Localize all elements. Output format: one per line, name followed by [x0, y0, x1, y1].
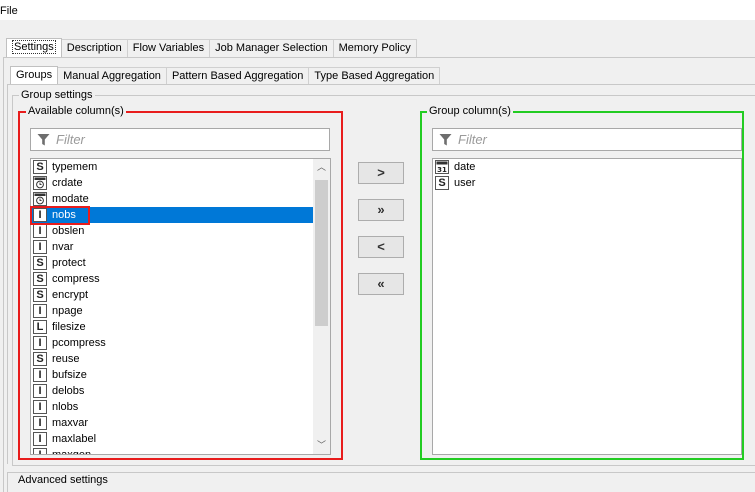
available-column-label: nlobs	[52, 401, 79, 413]
filter-icon	[439, 133, 452, 145]
available-column-item[interactable]: modate	[32, 191, 313, 207]
string-type-icon: S	[33, 352, 47, 366]
group-settings-title: Group settings	[19, 89, 95, 101]
available-column-label: compress	[52, 273, 100, 285]
scroll-thumb[interactable]	[315, 180, 328, 326]
menu-bar: File	[0, 0, 755, 20]
group-column-label: date	[454, 161, 476, 173]
integer-type-icon: I	[33, 240, 47, 254]
available-column-item[interactable]: Imaxgen	[32, 447, 313, 455]
advanced-settings-frame	[7, 472, 755, 492]
available-column-label: reuse	[52, 353, 80, 365]
group-column-item[interactable]: 31 date	[434, 159, 740, 175]
menu-file[interactable]: File	[0, 5, 18, 17]
available-column-item[interactable]: Inpage	[32, 303, 313, 319]
tab-flow-variables[interactable]: Flow Variables	[127, 39, 211, 57]
available-column-label: maxgen	[52, 449, 92, 455]
available-column-item[interactable]: Scompress	[32, 271, 313, 287]
available-column-item[interactable]: Lfilesize	[32, 319, 313, 335]
available-columns-title: Available column(s)	[26, 105, 126, 117]
inner-tab-strip: Groups Manual Aggregation Pattern Based …	[10, 66, 441, 85]
string-type-icon: S	[33, 160, 47, 174]
remove-all-button[interactable]: «	[358, 273, 404, 295]
tab-memory-policy[interactable]: Memory Policy	[333, 39, 417, 57]
calendar-type-icon: 31	[435, 160, 449, 174]
integer-type-icon: I	[33, 416, 47, 430]
integer-type-icon: I	[33, 400, 47, 414]
selected-item-highlight	[30, 206, 90, 225]
group-columns-title: Group column(s)	[427, 105, 513, 117]
available-column-item[interactable]: Iobslen	[32, 223, 313, 239]
available-column-item[interactable]: Ipcompress	[32, 335, 313, 351]
available-column-label: npage	[52, 305, 83, 317]
string-type-icon: S	[435, 176, 449, 190]
available-column-label: modate	[52, 193, 89, 205]
integer-type-icon: I	[33, 432, 47, 446]
outer-tab-strip: Settings Description Flow Variables Job …	[6, 38, 417, 57]
available-column-item[interactable]: Sprotect	[32, 255, 313, 271]
available-column-label: delobs	[52, 385, 85, 397]
tab-description[interactable]: Description	[61, 39, 128, 57]
available-column-item[interactable]: Ibufsize	[32, 367, 313, 383]
available-column-label: bufsize	[52, 369, 87, 381]
available-column-item[interactable]: Imaxvar	[32, 415, 313, 431]
available-column-label: maxlabel	[52, 433, 97, 445]
available-column-item[interactable]: crdate	[32, 175, 313, 191]
integer-type-icon: I	[33, 384, 47, 398]
integer-type-icon: I	[33, 336, 47, 350]
available-column-label: typemem	[52, 161, 98, 173]
available-column-item[interactable]: Stypemem	[32, 159, 313, 175]
integer-type-icon: I	[33, 224, 47, 238]
add-button[interactable]: >	[358, 162, 404, 184]
string-type-icon: S	[33, 256, 47, 270]
advanced-settings-title: Advanced settings	[16, 474, 110, 486]
tab-type-based-aggregation[interactable]: Type Based Aggregation	[309, 67, 441, 85]
integer-type-icon: I	[33, 448, 47, 454]
scroll-down-icon[interactable]: ﹀	[313, 437, 330, 454]
group-filter-input[interactable]: Filter	[432, 128, 742, 151]
available-column-label: filesize	[52, 321, 86, 333]
available-column-label: crdate	[52, 177, 83, 189]
group-column-label: user	[454, 177, 476, 189]
long-type-icon: L	[33, 320, 47, 334]
datetime-type-icon	[33, 192, 47, 206]
tab-settings[interactable]: Settings	[6, 38, 62, 57]
string-type-icon: S	[33, 288, 47, 302]
available-filter-input[interactable]: Filter	[30, 128, 330, 151]
integer-type-icon: I	[33, 368, 47, 382]
svg-text:31: 31	[437, 166, 447, 173]
datetime-type-icon	[33, 176, 47, 190]
integer-type-icon: I	[33, 304, 47, 318]
available-column-label: pcompress	[52, 337, 106, 349]
group-filter-placeholder: Filter	[458, 132, 487, 147]
group-column-item[interactable]: Suser	[434, 175, 740, 191]
tab-manual-aggregation[interactable]: Manual Aggregation	[58, 67, 167, 85]
available-column-item[interactable]: Sreuse	[32, 351, 313, 367]
available-column-item[interactable]: Invar	[32, 239, 313, 255]
available-list-scrollbar[interactable]: ︿ ﹀	[313, 159, 330, 454]
available-column-item[interactable]: Idelobs	[32, 383, 313, 399]
available-column-item[interactable]: Inlobs	[32, 399, 313, 415]
available-column-label: encrypt	[52, 289, 89, 301]
scroll-up-icon[interactable]: ︿	[313, 159, 330, 176]
available-filter-placeholder: Filter	[56, 132, 85, 147]
available-column-label: protect	[52, 257, 86, 269]
available-column-label: obslen	[52, 225, 85, 237]
add-all-button[interactable]: »	[358, 199, 404, 221]
available-column-item[interactable]: Sencrypt	[32, 287, 313, 303]
tab-job-manager-selection[interactable]: Job Manager Selection	[210, 39, 334, 57]
available-columns-list[interactable]: Stypemem crdate modate Inobs Iobslen Invar Spr…	[30, 158, 331, 455]
tab-groups[interactable]: Groups	[10, 66, 59, 85]
filter-icon	[37, 133, 50, 145]
group-columns-list[interactable]: 31 date Suser	[432, 158, 742, 455]
remove-button[interactable]: <	[358, 236, 404, 258]
available-column-label: nvar	[52, 241, 74, 253]
available-column-label: maxvar	[52, 417, 89, 429]
tab-pattern-based-aggregation[interactable]: Pattern Based Aggregation	[166, 67, 310, 85]
string-type-icon: S	[33, 272, 47, 286]
available-column-item[interactable]: Imaxlabel	[32, 431, 313, 447]
